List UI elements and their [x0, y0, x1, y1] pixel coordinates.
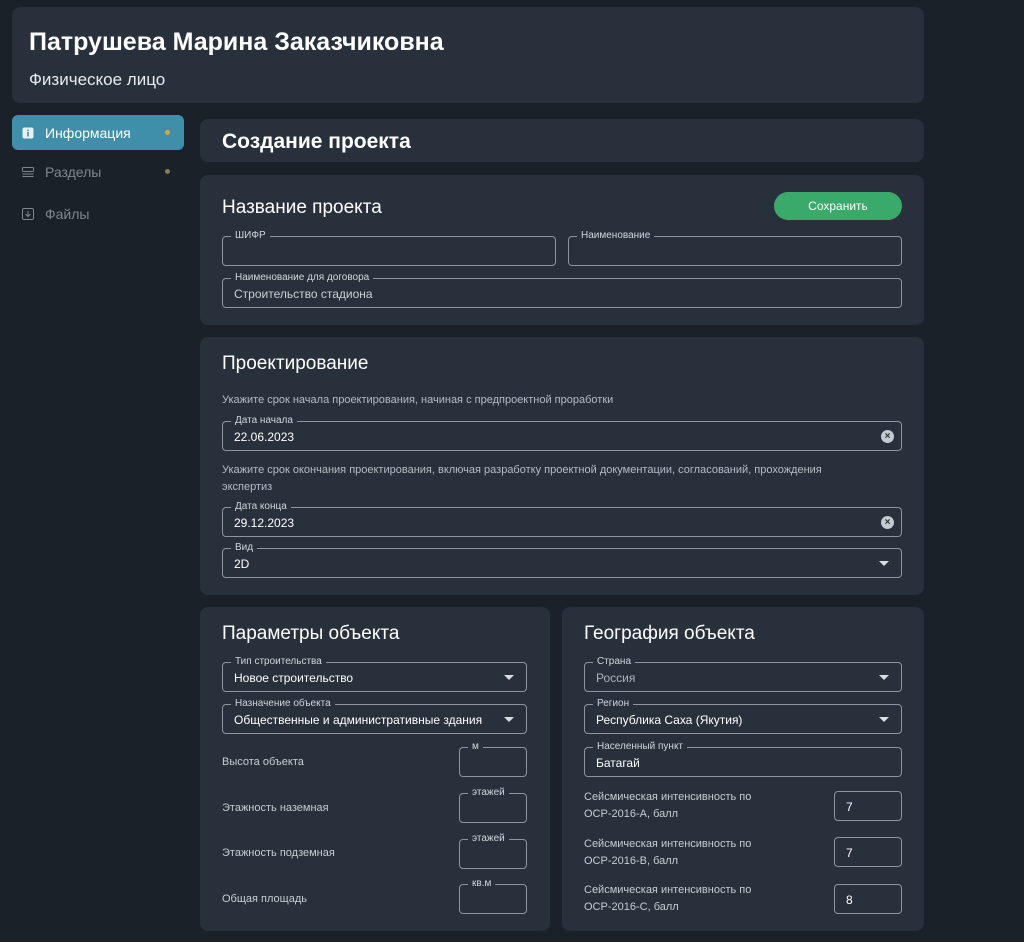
floors-below-input[interactable]: этажей	[459, 832, 527, 869]
contract-name-label: Наименование для договора	[231, 271, 374, 284]
profile-header: Патрушева Марина Заказчиковна Физическое…	[12, 7, 924, 103]
region-select[interactable]: Регион Республика Саха (Якутия)	[584, 697, 902, 734]
contract-name-field[interactable]: Наименование для договора Строительство …	[222, 271, 902, 308]
customer-name: Патрушева Марина Заказчиковна	[29, 28, 444, 56]
object-params-title: Параметры объекта	[222, 623, 400, 644]
start-date-label: Дата начала	[231, 414, 297, 427]
end-date-field[interactable]: Дата конца 29.12.2023 ×	[222, 500, 902, 537]
kind-select[interactable]: Вид 2D	[222, 541, 902, 578]
construction-type-label: Тип строительства	[231, 655, 326, 668]
purpose-select[interactable]: Назначение объекта Общественные и админи…	[222, 697, 527, 734]
region-label: Регион	[593, 697, 634, 710]
height-input[interactable]: м	[459, 740, 527, 777]
clear-icon[interactable]: ×	[881, 516, 894, 529]
sidebar-item-files[interactable]: Файлы	[12, 196, 184, 231]
seismic-b-input[interactable]: 7	[834, 837, 902, 867]
area-input[interactable]: кв.м	[459, 877, 527, 914]
start-date-hint: Укажите срок начала проектирования, начи…	[222, 394, 614, 406]
floors-above-label: Этажность наземная	[222, 802, 329, 814]
seismic-a-input[interactable]: 7	[834, 791, 902, 821]
page-title: Создание проекта	[222, 130, 411, 153]
construction-type-select[interactable]: Тип строительства Новое строительство	[222, 655, 527, 692]
info-icon	[22, 127, 34, 139]
end-date-label: Дата конца	[231, 500, 291, 513]
name-field[interactable]: Наименование	[568, 229, 902, 266]
cipher-field[interactable]: ШИФР	[222, 229, 556, 266]
design-title: Проектирование	[222, 353, 369, 374]
chevron-down-icon	[879, 675, 889, 680]
chevron-down-icon	[504, 717, 514, 722]
seismic-a-value: 7	[846, 800, 853, 814]
height-label: Высота объекта	[222, 756, 304, 768]
height-unit: м	[468, 740, 483, 753]
purpose-label: Назначение объекта	[231, 697, 335, 710]
area-unit: кв.м	[468, 877, 496, 890]
chevron-down-icon	[879, 717, 889, 722]
sidebar-item-info[interactable]: Информация	[12, 115, 184, 150]
region-value: Республика Саха (Якутия)	[596, 713, 743, 727]
settlement-field[interactable]: Населенный пункт Батагай	[584, 740, 902, 777]
floors-above-input[interactable]: этажей	[459, 786, 527, 823]
kind-label: Вид	[231, 541, 258, 554]
country-value: Россия	[596, 671, 636, 685]
end-date-hint: Укажите срок окончания проектирования, в…	[222, 464, 822, 493]
sidebar-item-label: Файлы	[45, 205, 90, 222]
project-name-title: Название проекта	[222, 197, 382, 218]
construction-type-value: Новое строительство	[234, 671, 354, 685]
sidebar-item-sections[interactable]: Разделы	[12, 154, 184, 189]
country-select[interactable]: Страна Россия	[584, 655, 902, 692]
seismic-c-input[interactable]: 8	[834, 884, 902, 914]
geography-title: География объекта	[584, 623, 755, 644]
contract-name-value: Строительство стадиона	[234, 287, 373, 301]
seismic-b-value: 7	[846, 846, 853, 860]
download-icon	[22, 207, 34, 220]
area-label: Общая площадь	[222, 893, 307, 905]
country-label: Страна	[593, 655, 636, 668]
floors-below-unit: этажей	[468, 832, 509, 845]
end-date-value: 29.12.2023	[234, 516, 295, 530]
kind-value: 2D	[234, 557, 250, 571]
seismic-c-label: Сейсмическая интенсивность по ОСР-2016-С…	[584, 884, 752, 913]
sidebar-item-indicator	[165, 130, 170, 135]
cipher-label: ШИФР	[231, 229, 270, 242]
clear-icon[interactable]: ×	[881, 430, 894, 443]
layers-icon	[22, 166, 34, 178]
settlement-label: Населенный пункт	[593, 740, 688, 753]
floors-above-unit: этажей	[468, 786, 509, 799]
start-date-value: 22.06.2023	[234, 430, 295, 444]
seismic-c-value: 8	[846, 893, 853, 907]
chevron-down-icon	[879, 561, 889, 566]
seismic-b-label: Сейсмическая интенсивность по ОСР-2016-В…	[584, 838, 752, 867]
sidebar-item-label: Информация	[45, 124, 131, 141]
sidebar-item-label: Разделы	[45, 163, 102, 180]
chevron-down-icon	[504, 675, 514, 680]
purpose-value: Общественные и административные здания	[234, 713, 483, 727]
start-date-field[interactable]: Дата начала 22.06.2023 ×	[222, 414, 902, 451]
page-title-card: Создание проекта	[200, 119, 924, 162]
save-button[interactable]: Сохранить	[774, 192, 902, 220]
seismic-a-label: Сейсмическая интенсивность по ОСР-2016-А…	[584, 791, 752, 820]
name-label: Наименование	[577, 229, 655, 242]
sidebar-item-indicator	[165, 169, 170, 174]
customer-type: Физическое лицо	[29, 70, 166, 89]
settlement-value: Батагай	[596, 756, 640, 770]
floors-below-label: Этажность подземная	[222, 847, 335, 859]
